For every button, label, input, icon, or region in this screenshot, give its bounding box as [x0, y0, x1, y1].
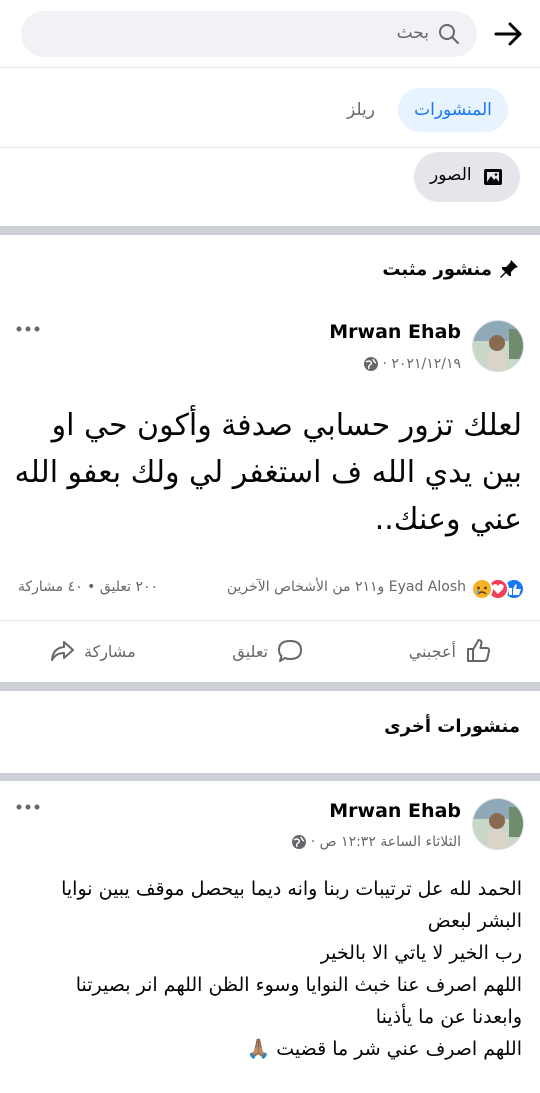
search-bar[interactable]: بحث	[21, 11, 477, 57]
post-actions: أعجبني تعليق مشاركة	[0, 620, 540, 680]
post-meta: الثلاثاء الساعة ١٢:٣٢ ص ·	[291, 834, 461, 850]
search-icon	[439, 24, 459, 44]
post-text-line: اللهم اصرف عني شر ما قضيت 🙏🏽	[246, 1038, 522, 1060]
section-divider	[0, 682, 540, 691]
like-label: أعجبني	[408, 641, 456, 661]
section-divider	[0, 773, 540, 781]
comment-button[interactable]: تعليق	[232, 635, 304, 667]
tab-reels[interactable]: ريلز	[336, 88, 386, 132]
search-placeholder: بحث	[396, 23, 429, 43]
profile-photo	[473, 799, 523, 849]
comment-icon	[278, 640, 302, 662]
post-meta: ٢٠٢١/١٢/١٩ ·	[363, 356, 462, 372]
post-text: الحمد لله عل ترتيبات ربنا وانه ديما بيحص…	[12, 873, 522, 1065]
like-icon	[467, 639, 491, 662]
profile-photo	[473, 321, 523, 371]
post-author[interactable]: Mrwan Ehab	[329, 321, 461, 343]
post-text-line: وابعدنا عن ما يأذينا	[375, 1006, 522, 1028]
section-divider	[0, 226, 540, 235]
post-text-line: لعلك تزور حسابي صدفة وأكون حي او	[51, 408, 522, 443]
share-button[interactable]: مشاركة	[48, 635, 136, 667]
photos-label: الصور	[430, 165, 472, 185]
post-text: لعلك تزور حسابي صدفة وأكون حي او بين يدي…	[12, 402, 522, 543]
pinned-post-title: منشور مثبت	[382, 258, 492, 280]
post-date[interactable]: ٢٠٢١/١٢/١٩ ·	[383, 356, 462, 372]
post-text-line: بين يدي الله ف استغفر لي ولك بعفو الله	[14, 455, 522, 490]
arrow-right-icon[interactable]	[490, 16, 526, 52]
avatar[interactable]	[472, 798, 524, 850]
post-text-line: عني وعنك..	[374, 502, 522, 537]
like-button[interactable]: أعجبني	[409, 635, 492, 667]
share-icon	[51, 641, 74, 661]
reaction-icons[interactable]	[470, 577, 526, 601]
pin-icon	[500, 260, 518, 278]
post-date[interactable]: الثلاثاء الساعة ١٢:٣٢ ص ·	[311, 834, 461, 850]
post-text-line: اللهم اصرف عنا خبث النوايا وسوء الظن الل…	[75, 974, 522, 996]
profile-tabs: المنشورات ريلز	[0, 69, 540, 148]
post-text-line: رب الخير لا ياتي الا بالخير	[320, 942, 522, 964]
top-bar: بحث	[0, 0, 540, 68]
comments-shares-count[interactable]: ٢٠٠ تعليق • ٤٠ مشاركة	[18, 579, 158, 595]
sad-face-icon	[471, 578, 493, 600]
post-author[interactable]: Mrwan Ehab	[329, 800, 461, 822]
photos-button[interactable]: الصور	[414, 152, 520, 202]
reactions-summary: Eyad Alosh و٢١١ من الأشخاص الآخرين ٢٠٠ ت…	[0, 574, 540, 604]
more-options-icon[interactable]	[14, 800, 42, 814]
photo-album-icon	[484, 169, 502, 185]
globe-icon	[363, 357, 378, 371]
globe-icon	[291, 835, 306, 849]
more-options-icon[interactable]	[14, 322, 42, 336]
share-label: مشاركة	[84, 641, 136, 661]
other-posts-title: منشورات أخرى	[384, 716, 520, 737]
reactions-text[interactable]: Eyad Alosh و٢١١ من الأشخاص الآخرين	[227, 579, 466, 595]
post-text-line: البشر لبعض	[427, 910, 522, 932]
tab-posts[interactable]: المنشورات	[398, 88, 508, 132]
post-text-line: الحمد لله عل ترتيبات ربنا وانه ديما بيحص…	[61, 878, 522, 900]
comment-label: تعليق	[232, 641, 268, 661]
pinned-post-header: منشور مثبت	[382, 258, 520, 280]
avatar[interactable]	[472, 320, 524, 372]
